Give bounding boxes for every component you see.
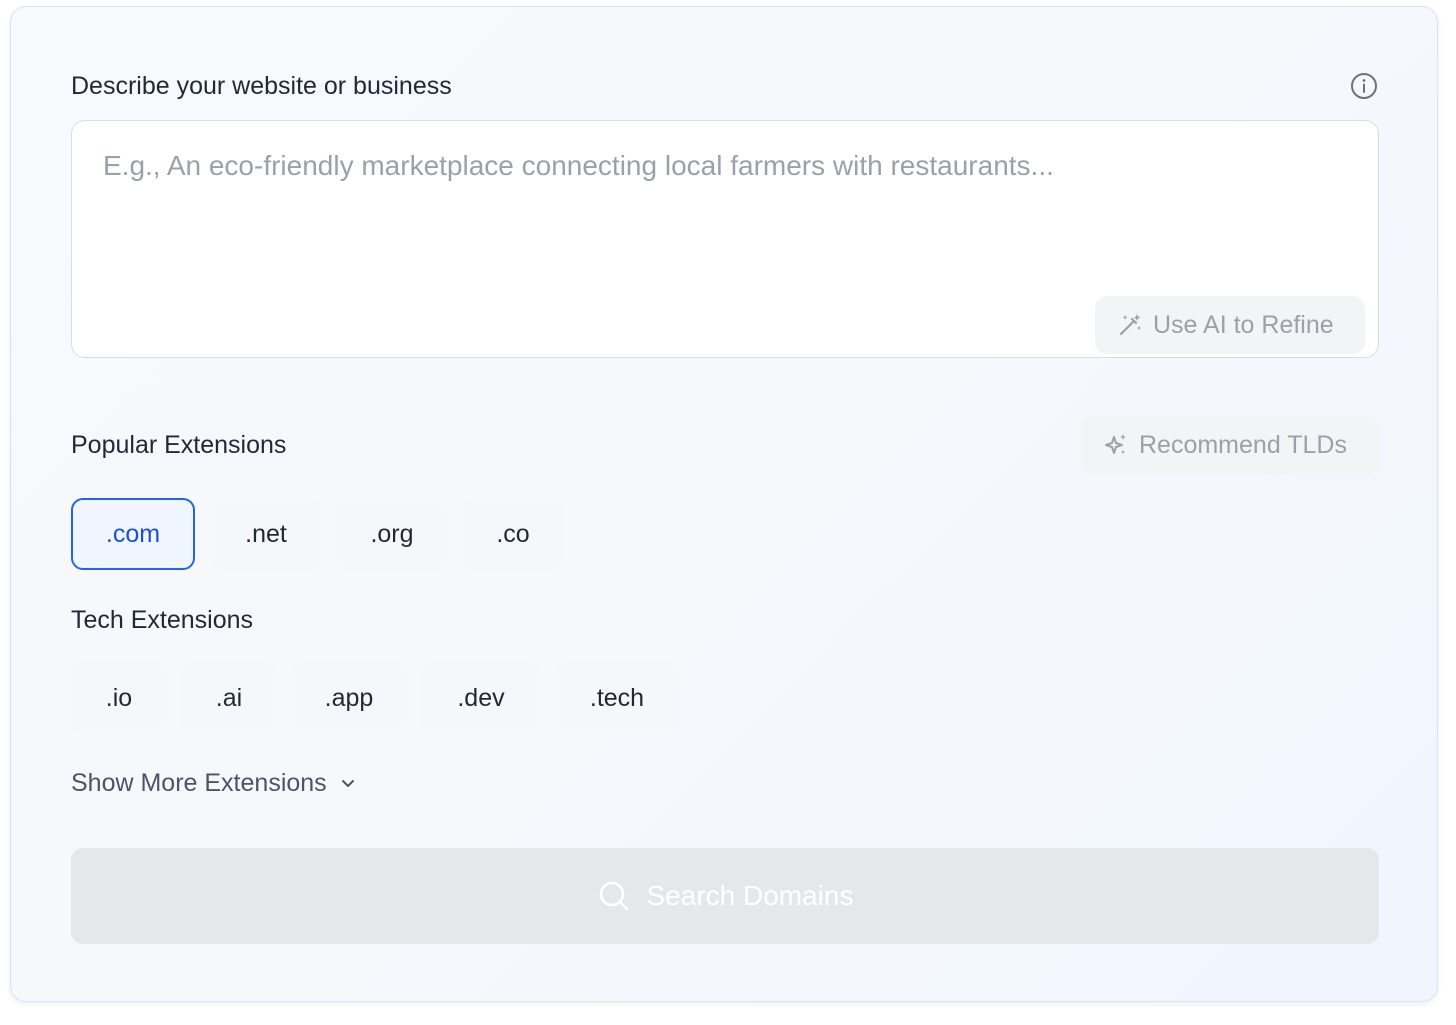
extension-chip-ai[interactable]: .ai — [181, 662, 277, 734]
use-ai-refine-button[interactable]: Use AI to Refine — [1095, 296, 1365, 354]
tech-extensions-label: Tech Extensions — [71, 606, 254, 634]
domain-search-card: Describe your website or business E.g., … — [10, 6, 1438, 1002]
recommend-tlds-label: Recommend TLDs — [1139, 430, 1347, 459]
sparkles-icon — [1103, 432, 1129, 458]
extension-chip-label: .net — [245, 519, 287, 548]
show-more-label: Show More Extensions — [71, 769, 327, 797]
extension-chip-label: .app — [324, 683, 374, 712]
extension-chip-org[interactable]: .org — [337, 498, 447, 570]
popular-extensions-label: Popular Extensions — [71, 431, 287, 459]
extension-chip-dev[interactable]: .dev — [421, 662, 541, 734]
chevron-down-icon — [339, 774, 357, 792]
extension-chip-label: .org — [370, 519, 414, 548]
extension-chip-label: .tech — [589, 683, 645, 712]
search-domains-label: Search Domains — [646, 880, 854, 911]
extension-chip-co[interactable]: .co — [463, 498, 563, 570]
extension-chip-tech[interactable]: .tech — [555, 662, 679, 734]
show-more-extensions-toggle[interactable]: Show More Extensions — [71, 768, 357, 798]
extension-chip-label: .co — [496, 519, 530, 548]
search-icon — [597, 879, 631, 913]
extension-chip-net[interactable]: .net — [211, 498, 321, 570]
extension-chip-label: .com — [105, 519, 161, 548]
search-domains-button[interactable]: Search Domains — [71, 848, 1379, 944]
use-ai-refine-label: Use AI to Refine — [1153, 310, 1334, 339]
extension-chip-io[interactable]: .io — [71, 662, 167, 734]
recommend-tlds-button[interactable]: Recommend TLDs — [1081, 416, 1379, 474]
magic-wand-icon — [1117, 312, 1143, 338]
info-circle-icon[interactable] — [1349, 71, 1379, 101]
extension-chip-com[interactable]: .com — [71, 498, 195, 570]
extension-chip-app[interactable]: .app — [291, 662, 407, 734]
extension-chip-label: .ai — [215, 683, 243, 712]
description-placeholder: E.g., An eco-friendly marketplace connec… — [103, 150, 1054, 181]
extension-chip-label: .io — [105, 683, 133, 712]
extension-chip-label: .dev — [457, 683, 505, 712]
description-label: Describe your website or business — [71, 72, 452, 100]
